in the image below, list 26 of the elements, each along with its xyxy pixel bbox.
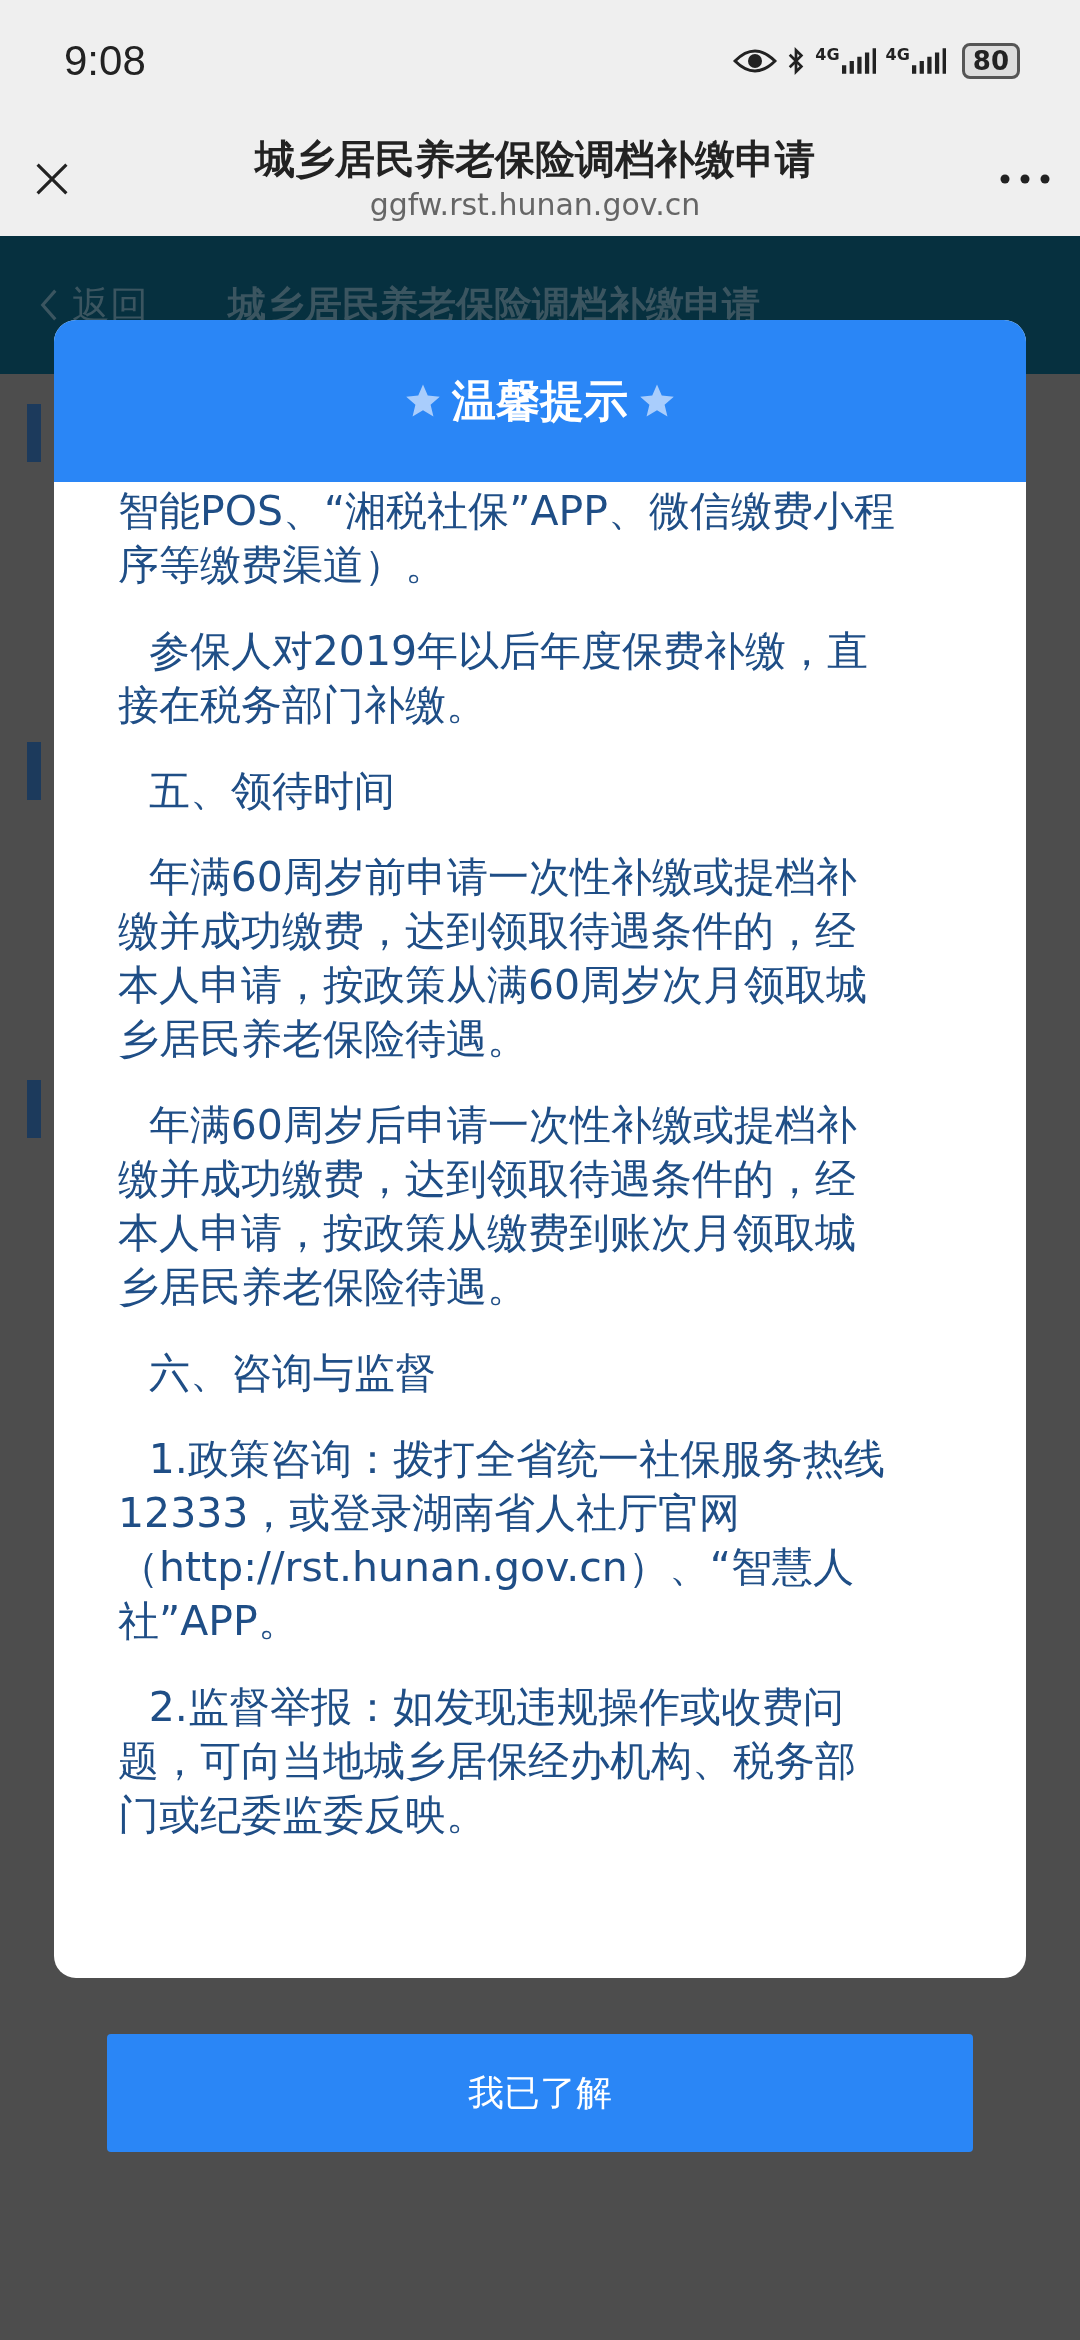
section-marker: [27, 404, 41, 462]
notice-paragraph: 年满60周岁后申请一次性补缴或提档补缴并成功缴费，达到领取待遇条件的，经本人申请，按政策从缴费到账次月领取城乡居民养老保险待遇。: [118, 1100, 858, 1313]
notice-paragraph: 五、领待时间: [147, 766, 396, 817]
notice-paragraph: 智能POS、“湘税社保”APP、微信缴费小程序等缴费渠道）。: [118, 486, 896, 591]
eye-icon: [733, 47, 778, 75]
confirm-button[interactable]: 我已了解: [107, 2034, 973, 2152]
section-marker: [27, 1080, 41, 1138]
notice-paragraph: 参保人对2019年以后年度保费补缴，直接在税务部门补缴。: [118, 626, 870, 731]
chevron-icon: [40, 288, 58, 322]
close-icon[interactable]: [34, 161, 70, 197]
notice-paragraph: 年满60周岁前申请一次性补缴或提档补缴并成功缴费，达到领取待遇条件的，经本人申请，按政策从满60周岁次月领取城乡居民养老保险待遇。: [118, 852, 869, 1065]
network-label: 4G: [885, 47, 910, 63]
signal-icon: [841, 47, 876, 75]
network-label: 4G: [815, 47, 840, 63]
section-marker: [27, 742, 41, 800]
url-text: ggfw.rst.hunan.gov.cn: [369, 186, 701, 224]
dialog-title: 温馨提示: [452, 373, 628, 428]
notice-paragraph: 2.监督举报：如发现违规操作或收费问题，可向当地城乡居保经办机构、税务部门或纪委监委反映。: [118, 1682, 857, 1841]
page-title: 城乡居民养老保险调档补缴申请: [255, 135, 815, 184]
battery-indicator: 80: [961, 43, 1020, 79]
notice-paragraph: 六、咨询与监督: [147, 1348, 437, 1399]
status-time: 9:08: [64, 37, 146, 85]
notice-paragraph: 1.政策咨询：拨打全省统一社保服务热线12333，或登录湖南省人社厅官网（http://rst.hunan.gov.cn）、“智慧人社”APP。: [118, 1434, 886, 1647]
signal-icon: [911, 47, 946, 75]
bluetooth-icon: [787, 46, 806, 76]
more-icon[interactable]: [1000, 174, 1050, 184]
